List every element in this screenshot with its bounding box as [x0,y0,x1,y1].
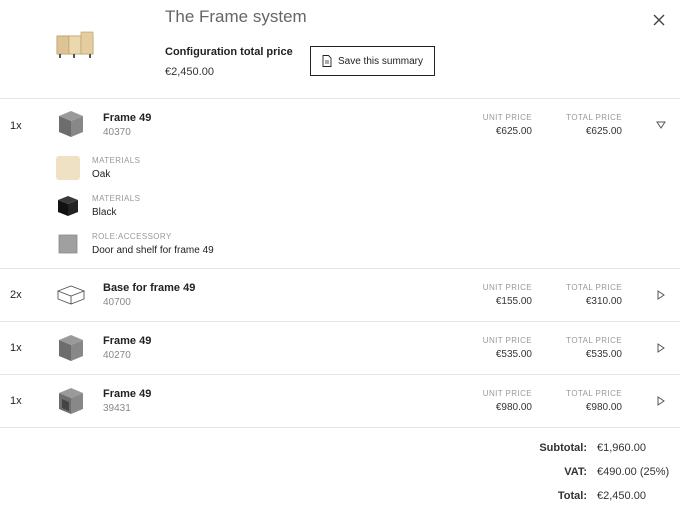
play-right-icon[interactable] [655,395,667,407]
page-title: The Frame system [165,7,307,26]
product-thumbnail [56,31,94,58]
unit-price-header: UNIT PRICE [482,283,532,292]
vat-value: €490.00 (25%) [597,466,670,478]
total-value: €2,450.00 [597,490,646,502]
save-summary-label: Save this summary [337,55,424,67]
summary-header: The Frame system Configuration total pri… [0,0,680,98]
vat-label: VAT: [564,466,587,478]
frame-open-cabinet-image [59,388,83,414]
divider [0,427,680,428]
subtotal-label: Subtotal: [539,442,587,454]
chevron-down-icon[interactable] [655,119,667,131]
document-icon [322,55,332,67]
frame-cabinet-image [59,111,83,137]
unit-price-header: UNIT PRICE [482,336,532,345]
item-name: Frame 49 [103,388,152,400]
config-total-label: Configuration total price [165,46,293,58]
frame-base-image [56,285,86,305]
unit-price-value: €625.00 [495,126,532,137]
line-item: 2x Base for frame 49 40700 UNIT PRICE €1… [0,269,680,321]
detail-label: MATERIALS [92,194,141,203]
total-price-header: TOTAL PRICE [566,113,622,122]
line-item: 1x Frame 49 40370 UNIT PRICE €625.00 TOT… [0,99,680,267]
frame-cabinet-image [59,335,83,361]
total-price-value: €625.00 [585,126,622,137]
play-right-icon[interactable] [655,342,667,354]
detail-value: Door and shelf for frame 49 [92,245,214,256]
total-price-value: €980.00 [585,402,622,413]
total-price-header: TOTAL PRICE [566,283,622,292]
accessory-swatch [58,234,78,254]
item-code: 40270 [103,350,131,361]
detail-label: MATERIALS [92,156,141,165]
detail-value: Oak [92,169,111,180]
item-code: 40700 [103,297,131,308]
unit-price-value: €155.00 [495,296,532,307]
config-total-price: €2,450.00 [165,66,214,78]
item-name: Frame 49 [103,112,152,124]
item-quantity: 1x [10,120,22,132]
item-name: Base for frame 49 [103,282,196,294]
item-quantity: 1x [10,395,22,407]
total-price-value: €535.00 [585,349,622,360]
item-quantity: 2x [10,289,22,301]
black-swatch [58,196,78,216]
unit-price-value: €980.00 [495,402,532,413]
unit-price-value: €535.00 [495,349,532,360]
unit-price-header: UNIT PRICE [482,389,532,398]
detail-label: ROLE:ACCESSORY [92,232,172,241]
detail-value: Black [92,207,117,218]
total-price-value: €310.00 [585,296,622,307]
oak-swatch [56,156,80,180]
item-code: 39431 [103,403,131,414]
play-right-icon[interactable] [655,289,667,301]
unit-price-header: UNIT PRICE [482,113,532,122]
save-summary-button[interactable]: Save this summary [310,46,435,76]
line-item: 1x Frame 49 39431 UNIT PRICE €980.00 TOT… [0,375,680,427]
total-price-header: TOTAL PRICE [566,336,622,345]
line-item: 1x Frame 49 40270 UNIT PRICE €535.00 TOT… [0,322,680,374]
total-label: Total: [557,490,587,502]
subtotal-value: €1,960.00 [597,442,646,454]
total-price-header: TOTAL PRICE [566,389,622,398]
item-code: 40370 [103,127,131,138]
item-quantity: 1x [10,342,22,354]
close-icon[interactable] [651,12,667,28]
item-name: Frame 49 [103,335,152,347]
